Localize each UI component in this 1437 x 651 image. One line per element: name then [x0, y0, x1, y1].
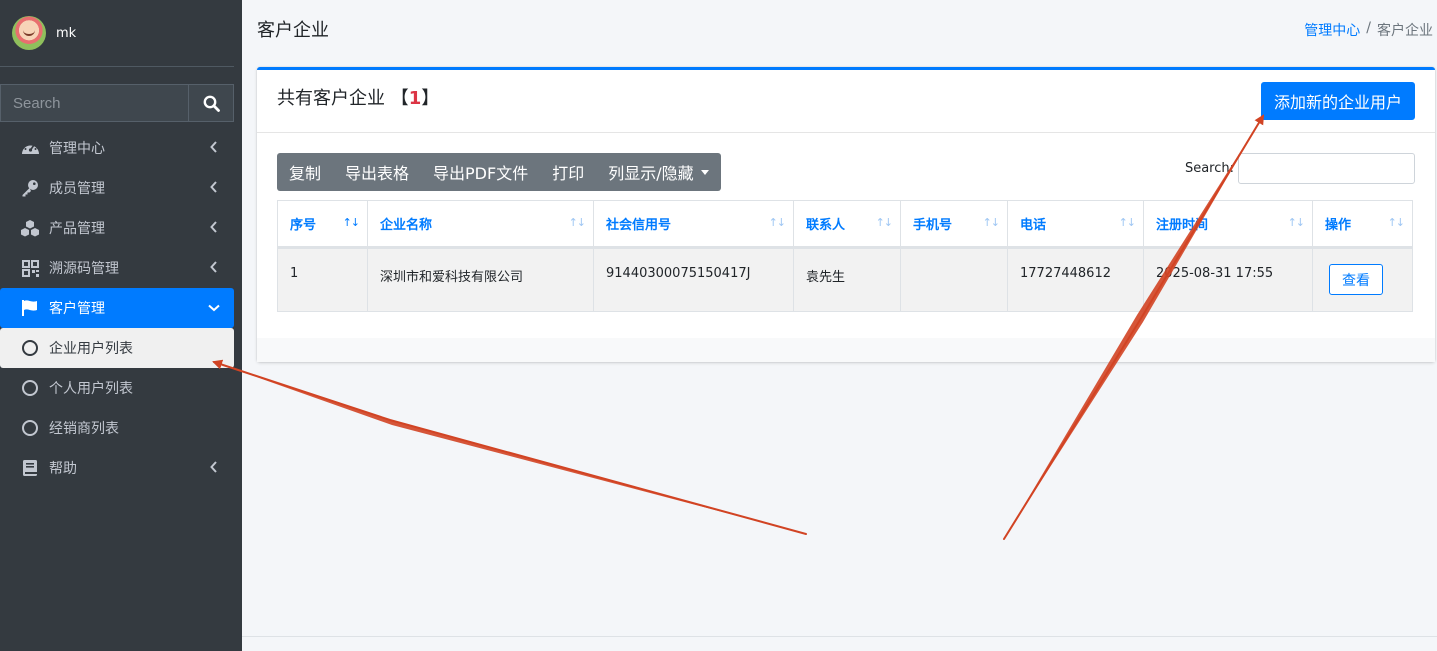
breadcrumb: 管理中心 / 客户企业 [1304, 20, 1433, 40]
qrcode-icon [20, 258, 40, 278]
sort-icon: ↑↓ [1118, 216, 1136, 229]
sort-icon: ↑↓ [768, 216, 786, 229]
table-search: Search: [1185, 153, 1415, 184]
cell-action: 查看 [1312, 247, 1413, 312]
sidebar-subitem-label: 个人用户列表 [49, 381, 133, 397]
column-header-contact[interactable]: 联系人 ↑↓ [793, 200, 901, 249]
sidebar-subitem-enterprise-users[interactable]: 企业用户列表 [0, 328, 234, 368]
sidebar-item-products[interactable]: 产品管理 [0, 208, 234, 248]
chevron-left-icon [210, 181, 217, 193]
sort-icon: ↑↓ [1387, 216, 1405, 229]
caret-down-icon [700, 169, 709, 175]
cell-mobile [900, 247, 1008, 312]
chevron-down-icon [208, 304, 220, 312]
sidebar-item-label: 管理中心 [49, 141, 105, 157]
main-content: 客户企业 管理中心 / 客户企业 共有客户企业 【1】 添加新的企业用户 复制 … [242, 0, 1437, 651]
sidebar-nav: 管理中心 成员管理 产品管理 溯源码管理 客户管理 企业用户列表 个人用户列表 … [0, 128, 234, 488]
customer-card: 共有客户企业 【1】 添加新的企业用户 复制 导出表格 导出PDF文件 打印 列… [257, 67, 1435, 362]
sidebar-item-dashboard[interactable]: 管理中心 [0, 128, 234, 168]
sort-icon: ↑↓ [875, 216, 893, 229]
sort-icon: ↑↓ [1287, 216, 1305, 229]
customer-count: 1 [408, 88, 422, 109]
user-name[interactable]: mk [56, 26, 76, 41]
sidebar-item-members[interactable]: 成员管理 [0, 168, 234, 208]
sort-icon: ↑↓ [568, 216, 586, 229]
cell-contact: 袁先生 [793, 247, 901, 312]
sidebar-subitem-label: 企业用户列表 [49, 341, 133, 357]
circle-icon [20, 338, 40, 358]
print-button[interactable]: 打印 [540, 153, 596, 191]
dashboard-icon [20, 138, 40, 158]
copy-button[interactable]: 复制 [277, 153, 333, 191]
chevron-left-icon [210, 141, 217, 153]
sidebar-item-label: 产品管理 [49, 221, 105, 237]
footer-divider [242, 636, 1437, 637]
add-enterprise-user-button[interactable]: 添加新的企业用户 [1260, 82, 1415, 120]
flag-icon [20, 298, 40, 318]
sidebar-item-traceability[interactable]: 溯源码管理 [0, 248, 234, 288]
book-icon [20, 458, 40, 478]
chevron-left-icon [210, 461, 217, 473]
column-header-credit[interactable]: 社会信用号 ↑↓ [593, 200, 794, 249]
card-title: 共有客户企业 【1】 [277, 84, 439, 110]
chevron-left-icon [210, 221, 217, 233]
column-header-no[interactable]: 序号 ↑↓ [277, 200, 368, 249]
cell-time: 2025-08-31 17:55 [1143, 247, 1313, 312]
sidebar-subitem-personal-users[interactable]: 个人用户列表 [0, 368, 234, 408]
sidebar-item-label: 成员管理 [49, 181, 105, 197]
circle-icon [20, 418, 40, 438]
table-search-input[interactable] [1238, 153, 1415, 184]
sidebar-item-customers[interactable]: 客户管理 [0, 288, 234, 328]
card-footer [257, 338, 1435, 362]
column-visibility-button[interactable]: 列显示/隐藏 [596, 153, 720, 191]
card-title-prefix: 共有客户企业 【 [277, 88, 409, 109]
sidebar-item-help[interactable]: 帮助 [0, 448, 234, 488]
search-icon [203, 95, 220, 112]
export-excel-button[interactable]: 导出表格 [333, 153, 421, 191]
view-button[interactable]: 查看 [1329, 264, 1383, 295]
key-icon [20, 178, 40, 198]
column-visibility-label: 列显示/隐藏 [608, 164, 694, 183]
breadcrumb-home-link[interactable]: 管理中心 [1304, 20, 1360, 40]
sidebar-search-input[interactable] [0, 84, 188, 122]
sidebar-item-label: 帮助 [49, 461, 77, 477]
sort-icon: ↑↓ [982, 216, 1000, 229]
avatar[interactable] [12, 16, 46, 50]
customer-table: 序号 ↑↓ 企业名称 ↑↓ 社会信用号 ↑↓ 联系人 ↑↓ 手机号 ↑↓ 电话 ↑↓ 注册时… [277, 200, 1413, 312]
breadcrumb-current: 客户企业 [1377, 23, 1433, 39]
column-header-time[interactable]: 注册时间 ↑↓ [1143, 200, 1313, 249]
cell-name: 深圳市和爱科技有限公司 [367, 247, 594, 312]
sidebar: mk 管理中心 成员管理 产品管理 [0, 0, 242, 651]
table-row: 1 深圳市和爱科技有限公司 91440300075150417J 袁先生 177… [277, 247, 1413, 312]
sidebar-search-button[interactable] [188, 84, 234, 122]
cell-phone: 17727448612 [1007, 247, 1144, 312]
card-title-suffix: 】 [421, 88, 440, 109]
export-pdf-button[interactable]: 导出PDF文件 [421, 153, 540, 191]
table-header-row: 序号 ↑↓ 企业名称 ↑↓ 社会信用号 ↑↓ 联系人 ↑↓ 手机号 ↑↓ 电话 ↑↓ 注册时… [277, 200, 1413, 249]
column-header-name[interactable]: 企业名称 ↑↓ [367, 200, 594, 249]
sort-icon: ↑↓ [342, 216, 360, 229]
sidebar-item-label: 客户管理 [49, 301, 105, 317]
sidebar-subitem-label: 经销商列表 [49, 421, 119, 437]
cubes-icon [20, 218, 40, 238]
column-header-action[interactable]: 操作 ↑↓ [1312, 200, 1413, 249]
column-header-mobile[interactable]: 手机号 ↑↓ [900, 200, 1008, 249]
cell-no: 1 [277, 247, 368, 312]
sidebar-search [0, 84, 234, 122]
table-search-label: Search: [1184, 161, 1234, 176]
sidebar-subitem-dealers[interactable]: 经销商列表 [0, 408, 234, 448]
chevron-left-icon [210, 261, 217, 273]
page-title: 客户企业 [257, 20, 329, 41]
circle-icon [20, 378, 40, 398]
table-toolbar: 复制 导出表格 导出PDF文件 打印 列显示/隐藏 [277, 153, 721, 191]
sidebar-item-label: 溯源码管理 [49, 261, 119, 277]
card-header: 共有客户企业 【1】 添加新的企业用户 [257, 70, 1435, 133]
user-panel[interactable]: mk [0, 0, 234, 67]
breadcrumb-separator: / [1366, 20, 1371, 36]
cell-credit: 91440300075150417J [593, 247, 794, 312]
column-header-phone[interactable]: 电话 ↑↓ [1007, 200, 1144, 249]
